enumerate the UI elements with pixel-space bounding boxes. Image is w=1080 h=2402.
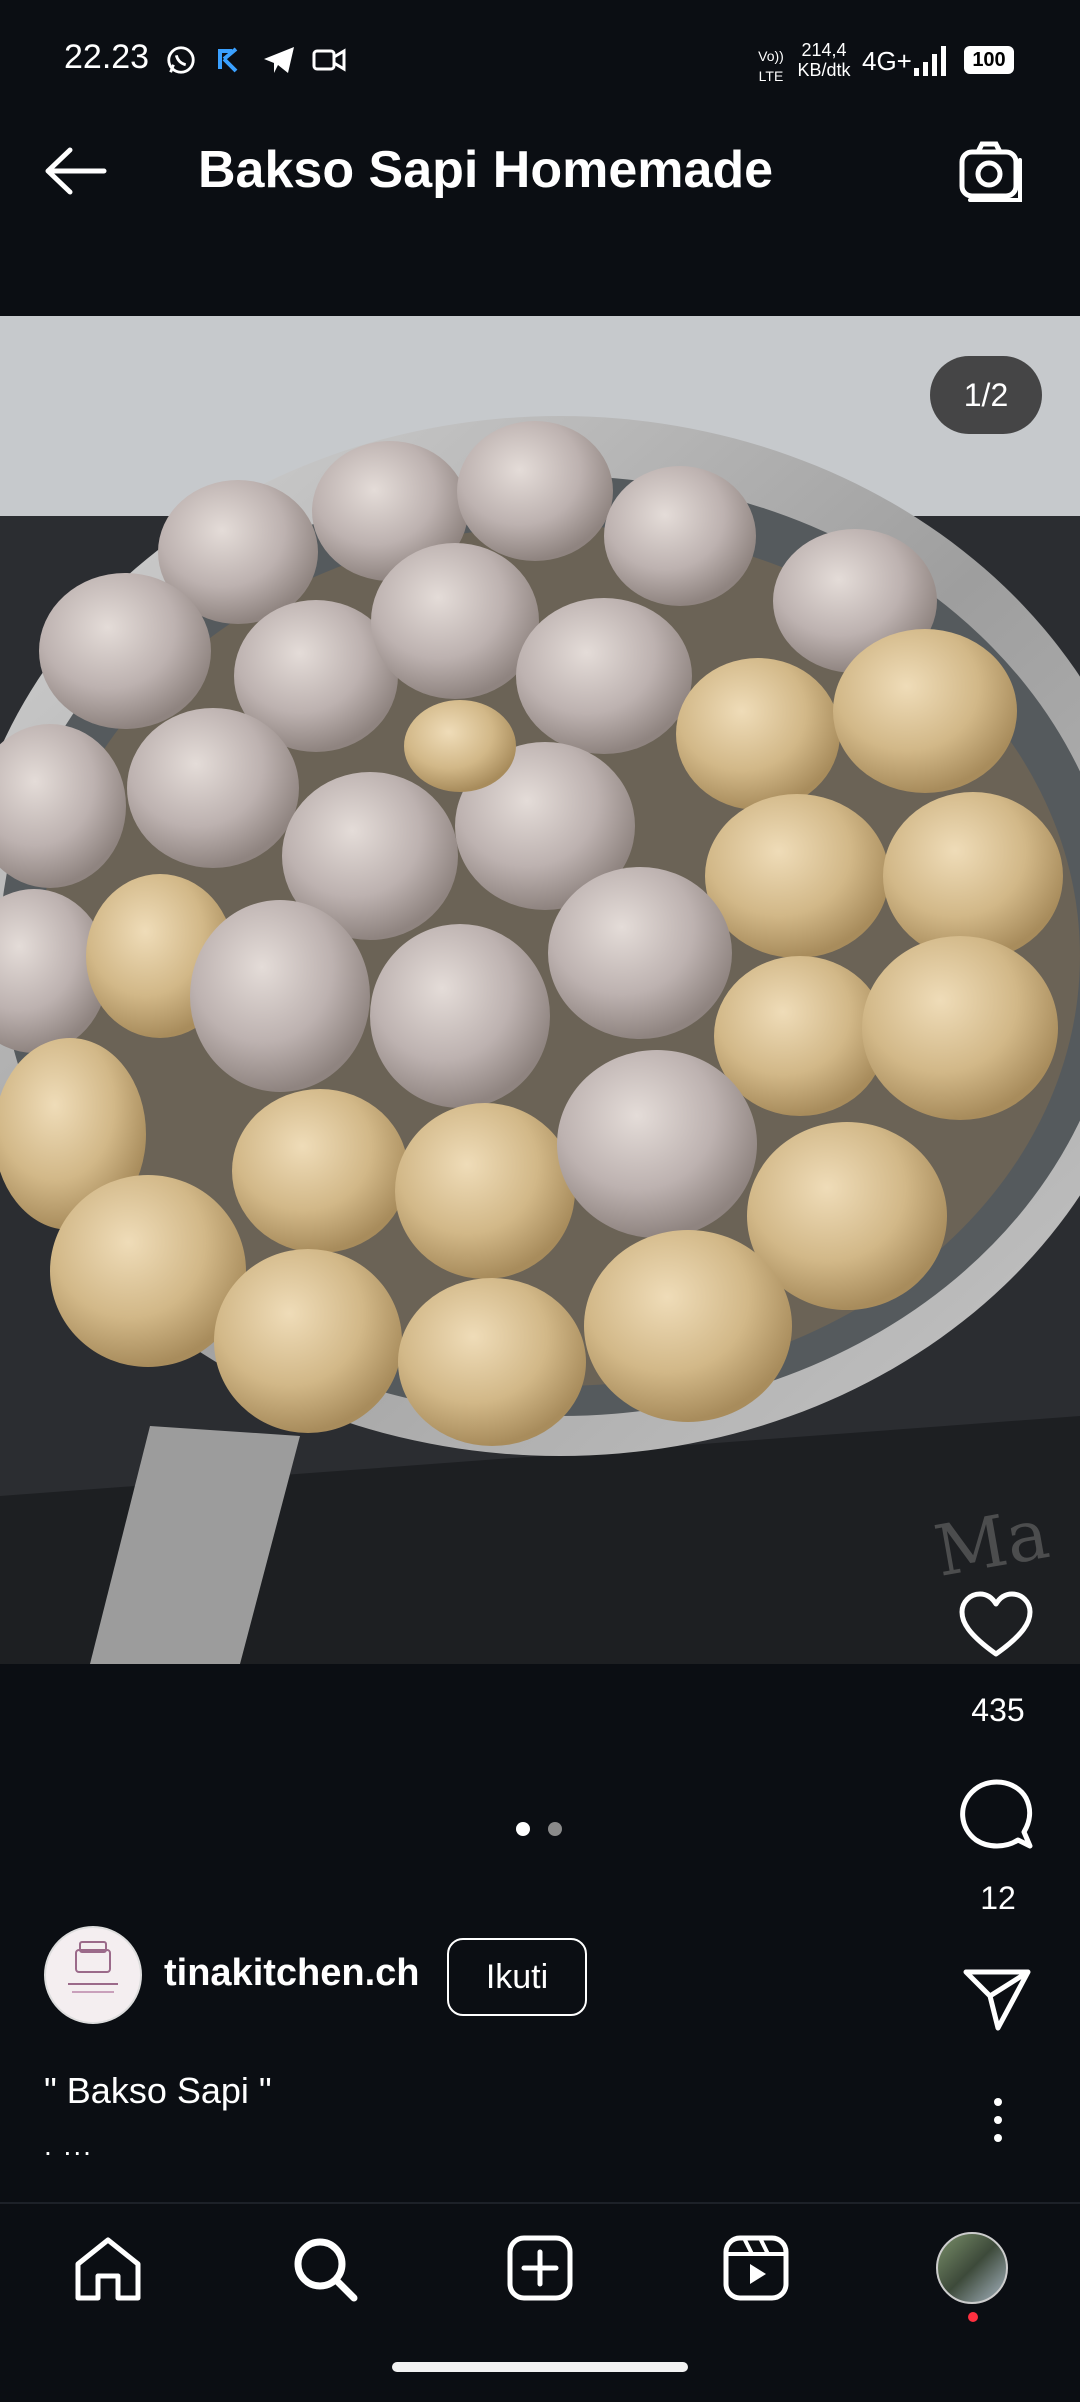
network-speed: 214,4 KB/dtk <box>797 40 851 80</box>
post-header <box>0 100 1080 315</box>
bottom-nav <box>0 2202 1080 2402</box>
carousel-dot <box>548 1822 562 1836</box>
volte-indicator: Vo)) LTE <box>758 48 784 84</box>
meatball-pan-image: Ma <box>0 316 1080 1664</box>
reels-icon[interactable] <box>722 2234 790 2302</box>
signal-icon <box>914 46 946 76</box>
post-caption: " Bakso Sapi " <box>44 2070 272 2111</box>
status-time: 22.23 <box>64 38 150 76</box>
whatsapp-icon <box>167 46 195 74</box>
image-counter: 1/2 <box>930 356 1042 434</box>
status-bar: 22.23 Vo)) LTE 214,4 KB/dtk 4G+ 100 <box>0 0 1080 100</box>
home-icon[interactable] <box>72 2236 144 2302</box>
heart-icon[interactable] <box>958 1590 1034 1660</box>
app-notification-icon <box>218 47 238 73</box>
follow-button[interactable]: Ikuti <box>447 1938 587 2016</box>
profile-avatar[interactable] <box>936 2232 1008 2304</box>
like-count: 435 <box>971 1692 1025 1728</box>
video-camera-icon <box>312 48 346 72</box>
back-arrow-icon[interactable] <box>42 146 112 196</box>
camera-icon[interactable] <box>956 140 1026 206</box>
notification-dot <box>968 2312 978 2322</box>
more-vertical-icon[interactable] <box>990 2096 1006 2144</box>
author-username[interactable]: tinakitchen.ch <box>164 1952 420 1995</box>
post-photo[interactable]: Ma <box>0 316 1080 1664</box>
search-icon[interactable] <box>290 2234 360 2304</box>
author-avatar[interactable] <box>44 1926 142 2024</box>
create-icon[interactable] <box>506 2234 574 2302</box>
home-indicator[interactable] <box>392 2362 688 2372</box>
carousel-dot-active <box>516 1822 530 1836</box>
comment-count: 12 <box>980 1880 1016 1916</box>
author-logo <box>68 1941 118 1993</box>
battery-indicator: 100 <box>964 46 1014 74</box>
send-icon[interactable] <box>962 1968 1032 2032</box>
caption-more[interactable]: . ... <box>44 2130 93 2162</box>
network-type: 4G+ <box>862 46 912 76</box>
telegram-icon <box>264 47 294 73</box>
page-title: Bakso Sapi Homemade <box>198 141 774 199</box>
comment-icon[interactable] <box>958 1776 1034 1852</box>
